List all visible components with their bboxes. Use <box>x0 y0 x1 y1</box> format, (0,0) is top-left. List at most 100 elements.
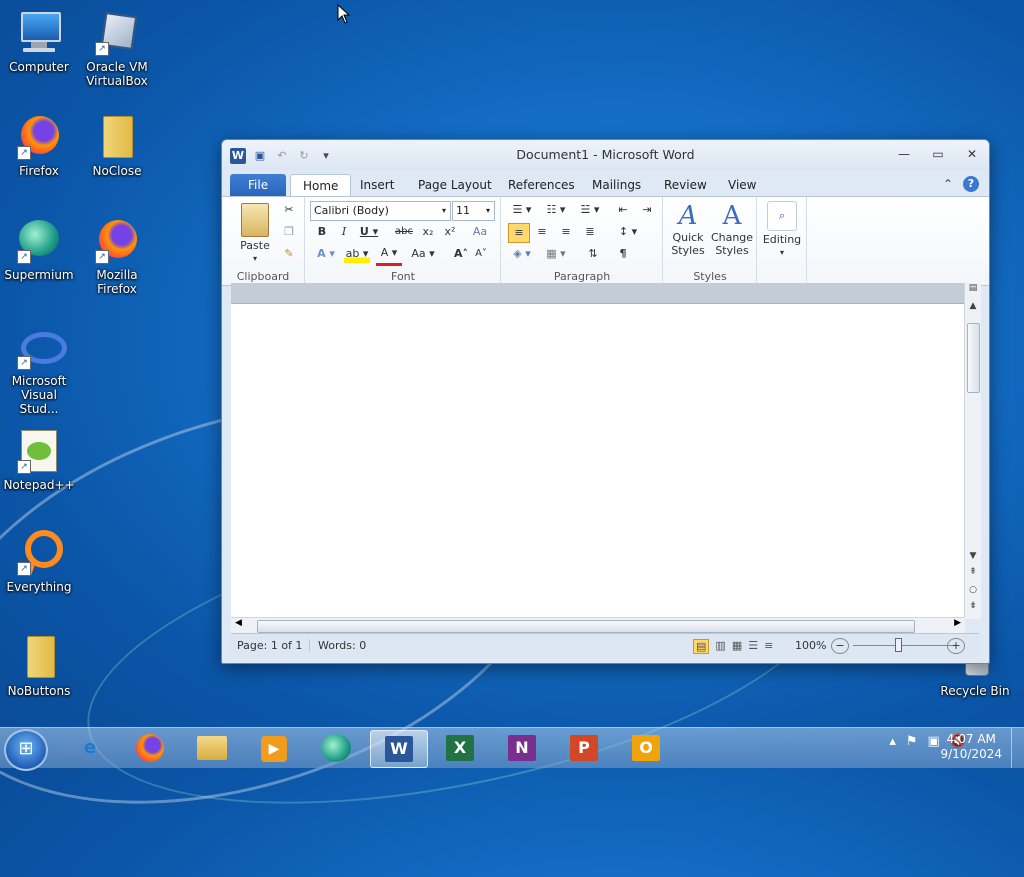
close-button[interactable]: ✕ <box>961 146 983 162</box>
taskbar-powerpoint[interactable]: P <box>556 730 612 766</box>
network-icon[interactable]: ▣ <box>928 734 940 749</box>
start-button[interactable]: ⊞ <box>4 729 48 771</box>
print-layout-icon[interactable]: ▤ <box>693 639 710 654</box>
taskbar-word[interactable]: W <box>370 730 428 768</box>
taskbar-outlook[interactable]: O <box>618 730 674 766</box>
taskbar-windows-explorer[interactable] <box>184 730 240 766</box>
align-left-button[interactable]: ≡ <box>508 223 530 243</box>
previous-page-icon[interactable]: ⇞ <box>965 567 981 577</box>
page-count[interactable]: Page: 1 of 1 <box>237 639 302 652</box>
desktop-icon-mozilla-firefox[interactable]: ↗ Mozilla Firefox <box>78 216 156 296</box>
taskbar-media-player[interactable]: ▶ <box>246 730 302 766</box>
tab-review[interactable]: Review <box>652 174 719 196</box>
multilevel-list-button[interactable]: ☱ ▾ <box>576 201 604 219</box>
outline-icon[interactable]: ☰ <box>748 639 758 654</box>
underline-button[interactable]: U ▾ <box>358 223 380 241</box>
shrink-font-button[interactable]: A˅ <box>472 245 490 263</box>
quick-styles-button[interactable]: A Quick Styles <box>666 201 710 257</box>
font-size-combo[interactable]: 11 ▾ <box>452 201 495 221</box>
word-count[interactable]: Words: 0 <box>309 639 366 652</box>
sort-button[interactable]: ⇅ <box>584 245 602 263</box>
show-formatting-button[interactable]: ¶ <box>614 245 632 263</box>
tab-mailings[interactable]: Mailings <box>580 174 653 196</box>
tab-page-layout[interactable]: Page Layout <box>406 174 504 196</box>
copy-icon[interactable]: ❐ <box>280 223 298 241</box>
superscript-button[interactable]: x² <box>442 223 458 241</box>
tab-home[interactable]: Home <box>290 174 352 197</box>
strikethrough-button[interactable]: abc <box>394 223 414 241</box>
maximize-button[interactable]: ▭ <box>927 146 949 162</box>
taskbar-excel[interactable]: X <box>432 730 488 766</box>
subscript-button[interactable]: x₂ <box>420 223 436 241</box>
scroll-right-icon[interactable]: ▶ <box>954 618 961 628</box>
italic-button[interactable]: I <box>336 223 352 241</box>
word-window[interactable]: W ▣ ↶ ↻ ▾ Document1 - Microsoft Word — ▭… <box>221 139 990 664</box>
shading-button[interactable]: ◈ ▾ <box>508 245 536 263</box>
scrollbar-thumb[interactable] <box>257 620 915 633</box>
desktop-icon-everything[interactable]: ↗ Everything <box>0 528 78 594</box>
help-icon[interactable]: ? <box>963 176 979 192</box>
minimize-ribbon-icon[interactable]: ⌃ <box>943 177 953 191</box>
justify-button[interactable]: ≣ <box>580 223 600 241</box>
desktop-icon-noclose[interactable]: NoClose <box>78 112 156 178</box>
cut-icon[interactable]: ✂ <box>280 201 298 219</box>
paste-button[interactable]: Paste ▾ <box>230 203 280 265</box>
window-titlebar[interactable]: W ▣ ↶ ↻ ▾ Document1 - Microsoft Word — ▭… <box>222 140 989 170</box>
document-page[interactable] <box>231 303 965 618</box>
increase-indent-button[interactable]: ⇥ <box>638 201 656 219</box>
desktop-icon-virtualbox[interactable]: ↗ Oracle VM VirtualBox <box>78 8 156 88</box>
taskbar-firefox[interactable] <box>122 730 178 766</box>
next-page-icon[interactable]: ⇟ <box>965 601 981 611</box>
zoom-out-icon[interactable]: − <box>831 638 849 654</box>
desktop-icon-notepadpp[interactable]: ↗ Notepad++ <box>0 426 78 492</box>
desktop-icon-supermium[interactable]: ↗ Supermium <box>0 216 78 282</box>
editing-button[interactable]: ⌕ Editing ▾ <box>760 201 804 259</box>
minimize-button[interactable]: — <box>893 146 915 162</box>
bold-button[interactable]: B <box>314 223 330 241</box>
desktop-icon-visual-studio[interactable]: ↗ Microsoft Visual Stud... <box>0 322 78 416</box>
decrease-indent-button[interactable]: ⇤ <box>614 201 632 219</box>
align-center-button[interactable]: ≡ <box>532 223 552 241</box>
tab-insert[interactable]: Insert <box>348 174 406 196</box>
zoom-slider-thumb[interactable] <box>895 638 902 652</box>
desktop-icon-nobuttons[interactable]: NoButtons <box>0 632 78 698</box>
line-spacing-button[interactable]: ↕ ▾ <box>614 223 642 241</box>
format-painter-icon[interactable]: ✎ <box>280 245 298 263</box>
scroll-left-icon[interactable]: ◀ <box>235 618 242 628</box>
bullets-button[interactable]: ☰ ▾ <box>508 201 536 219</box>
zoom-in-icon[interactable]: + <box>947 638 965 654</box>
align-right-button[interactable]: ≡ <box>556 223 576 241</box>
draft-icon[interactable]: ≡ <box>764 639 773 654</box>
select-browse-object-icon[interactable]: ○ <box>965 585 981 595</box>
change-styles-button[interactable]: A Change Styles <box>710 201 754 257</box>
show-hidden-icons-icon[interactable]: ▴ <box>889 734 896 749</box>
horizontal-scrollbar[interactable]: ◀ ▶ <box>231 617 965 634</box>
tab-view[interactable]: View <box>716 174 768 196</box>
scroll-down-icon[interactable]: ▼ <box>965 551 981 561</box>
text-effects-button[interactable]: A ▾ <box>314 245 338 263</box>
tab-file[interactable]: File <box>230 174 287 196</box>
system-clock[interactable]: 4:07 AM 9/10/2024 <box>940 732 1002 762</box>
tab-references[interactable]: References <box>496 174 587 196</box>
taskbar-supermium[interactable] <box>308 730 364 766</box>
zoom-slider[interactable] <box>853 645 953 646</box>
scrollbar-thumb[interactable] <box>967 323 980 393</box>
view-ruler-icon[interactable]: ▤ <box>965 283 981 293</box>
scroll-up-icon[interactable]: ▲ <box>965 301 981 311</box>
change-case-button[interactable]: Aa ▾ <box>410 245 436 263</box>
font-name-combo[interactable]: Calibri (Body) ▾ <box>310 201 451 221</box>
vertical-scrollbar[interactable]: ▤ ▲ ▼ ⇞ ○ ⇟ <box>964 283 981 619</box>
highlight-color-button[interactable]: ab ▾ <box>344 245 370 263</box>
borders-button[interactable]: ▦ ▾ <box>542 245 570 263</box>
web-layout-icon[interactable]: ▦ <box>732 639 742 654</box>
grow-font-button[interactable]: A˄ <box>452 245 470 263</box>
show-desktop-button[interactable] <box>1011 728 1024 768</box>
desktop-icon-computer[interactable]: Computer <box>0 8 78 74</box>
zoom-level[interactable]: 100% <box>795 639 826 652</box>
action-center-flag-icon[interactable]: ⚑ <box>906 734 918 749</box>
numbering-button[interactable]: ☷ ▾ <box>542 201 570 219</box>
desktop-icon-firefox[interactable]: ↗ Firefox <box>0 112 78 178</box>
taskbar-internet-explorer[interactable]: e <box>62 730 118 766</box>
font-color-button[interactable]: A ▾ <box>376 245 402 266</box>
taskbar-onenote[interactable]: N <box>494 730 550 766</box>
